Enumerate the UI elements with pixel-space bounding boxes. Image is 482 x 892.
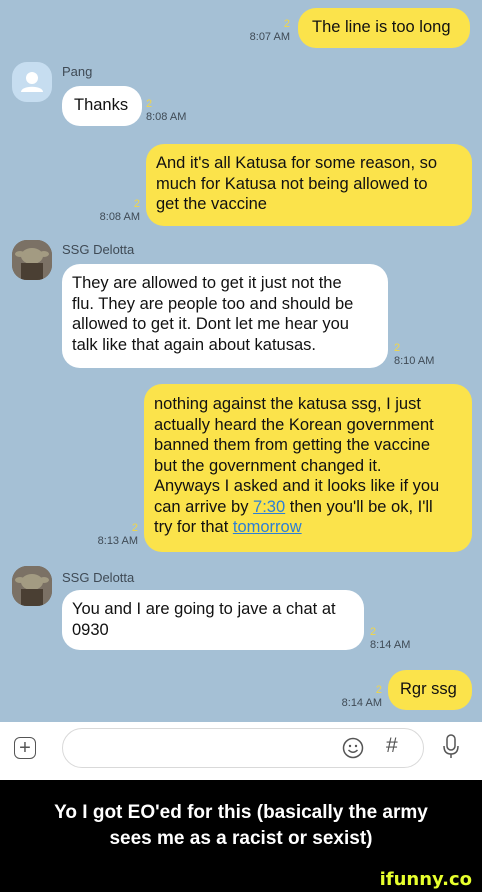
message-time: 8:10 AM [394,355,435,367]
message-time: 8:13 AM [97,535,138,547]
message-input[interactable] [62,728,424,768]
message-time: 8:08 AM [99,211,140,223]
message-time: 8:14 AM [341,697,382,709]
unread-count: 2 [375,684,382,696]
person-icon [21,72,43,92]
message-bubble[interactable]: nothing against the katusa ssg, I just a… [144,384,472,552]
unread-count: 2 [394,342,401,354]
avatar[interactable] [12,62,52,102]
unread-count: 2 [131,522,138,534]
unread-count: 2 [146,98,153,110]
message-meta: 2 8:10 AM [394,342,454,368]
message-text: They are allowed to get it just not the … [72,274,354,354]
message-composer: + # [0,722,482,780]
message-text: The line is too long [312,18,451,36]
message-bubble[interactable]: Thanks [62,86,142,126]
plus-icon[interactable]: + [14,737,36,759]
unread-count: 2 [370,626,377,638]
message-bubble[interactable]: They are allowed to get it just not the … [62,264,388,368]
message-meta: 2 8:14 AM [324,684,382,710]
message-time: 8:14 AM [370,639,411,651]
sender-name: Pang [62,64,93,79]
hash-icon[interactable]: # [386,734,398,758]
message-text: Thanks [74,96,129,114]
message-meta: 2 8:08 AM [146,98,206,124]
message-bubble[interactable]: You and I are going to jave a chat at 09… [62,590,364,650]
unread-count: 2 [283,18,290,30]
chat-area[interactable]: 2 8:07 AM The line is too long Pang Than… [0,0,482,722]
message-text: And it's all Katusa for some reason, so … [156,154,438,213]
message-bubble[interactable]: And it's all Katusa for some reason, so … [146,144,472,226]
message-text: nothing against the katusa ssg, I just a… [154,394,462,538]
message-time: 8:07 AM [249,31,290,43]
emoji-icon[interactable] [342,737,364,764]
unread-count: 2 [133,198,140,210]
message-meta: 2 8:14 AM [370,626,430,652]
message-meta: 2 8:08 AM [82,198,140,224]
avatar-image [12,240,52,280]
date-link[interactable]: tomorrow [233,518,302,536]
avatar[interactable] [12,566,52,606]
message-bubble[interactable]: The line is too long [298,8,470,48]
avatar-image [12,566,52,606]
sender-name: SSG Delotta [62,242,135,257]
sender-name: SSG Delotta [62,570,135,585]
time-link[interactable]: 7:30 [253,498,285,516]
message-text: Rgr ssg [400,680,457,698]
message-text: You and I are going to jave a chat at 09… [72,600,336,639]
message-time: 8:08 AM [146,111,187,123]
message-meta: 2 8:07 AM [232,18,290,44]
message-bubble[interactable]: Rgr ssg [388,670,472,710]
avatar[interactable] [12,240,52,280]
mic-icon[interactable] [442,734,460,765]
meme-caption: Yo I got EO'ed for this (basically the a… [54,802,428,849]
message-meta: 2 8:13 AM [80,522,138,548]
brand-watermark: ifunny.co [379,869,472,890]
